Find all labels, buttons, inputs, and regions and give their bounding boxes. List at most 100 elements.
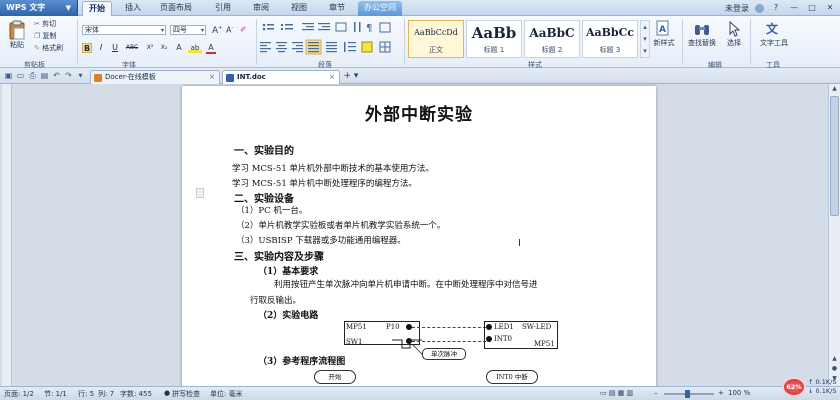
led1-label: LED1 [494,323,514,331]
cut-button[interactable]: ✂ 剪切 [34,19,56,29]
clear-format-icon[interactable]: ✐ [240,25,247,34]
redo-icon[interactable]: ↷ [64,71,73,80]
network-speed-badge[interactable]: 62% [782,377,806,397]
login-status[interactable]: 未登录 [725,3,749,14]
style-normal[interactable]: AaBbCcDd 正文 [408,20,464,58]
status-spell-check[interactable]: 拼写检查 [172,389,200,399]
shrink-font-button[interactable]: A- [226,25,233,35]
open-folder-icon[interactable]: ▭ [16,71,25,80]
text-tools-icon: 文 [766,21,779,36]
sw1-label: SW1 [346,338,363,346]
format-painter-button[interactable]: ✎ 格式刷 [34,43,63,53]
scissors-icon: ✂ [34,20,40,28]
superscript-button[interactable]: X² [144,43,156,53]
paragraph-line: 利用按钮产生单次脉冲向单片机申请中断。在中断处理程序中对信号进 [274,280,538,290]
zoom-level[interactable]: 100 % [728,389,750,397]
font-color-button[interactable]: A [206,43,216,54]
cut-label: 剪切 [42,20,57,28]
zoom-slider-thumb[interactable] [685,390,690,398]
doc-tab-docer[interactable]: Docer-在线模板 × [90,70,220,84]
new-style-button[interactable]: A 新样式 [648,20,680,48]
status-word-count[interactable]: 字数: 455 [120,389,152,399]
subsection-heading: （3）参考程序流程图 [258,357,346,367]
font-family-select[interactable]: 宋体 ▾ [82,25,166,35]
ribbon-separator [404,19,405,65]
zoom-in-icon[interactable]: + [718,389,724,397]
tab-chapter[interactable]: 章节 [322,1,352,16]
flowchart-int0-node: INT0 中断 [486,370,538,384]
maximize-button[interactable]: □ [806,3,818,14]
scroll-thumb[interactable] [830,96,839,216]
select-browse-icon[interactable]: ● [829,364,840,374]
bold-button[interactable]: B [82,43,92,53]
paste-button[interactable]: 粘贴 [4,20,30,56]
tab-insert[interactable]: 插入 [118,1,148,16]
page-title: 外部中断实验 [365,105,473,125]
text-tools-button[interactable]: 文 文字工具 [754,20,794,48]
strikethrough-button[interactable]: ABC [124,43,140,53]
save-icon[interactable]: ▣ [4,71,13,80]
style-heading-3[interactable]: AaBbCc 标题 3 [582,20,638,58]
scroll-up-icon[interactable]: ▲ [829,84,840,94]
subscript-button[interactable]: X₂ [158,43,170,53]
zoom-out-icon[interactable]: – [654,389,658,397]
status-unit: 单位: 毫米 [210,390,243,398]
sort-icon [354,22,361,32]
quick-access-dropdown-icon[interactable]: ▾ [76,71,85,80]
style-heading-1[interactable]: AaBb 标题 1 [466,20,522,58]
copy-label: 复制 [42,32,57,40]
close-button[interactable]: ✕ [824,3,836,14]
status-bar: 页面: 1/2 节: 1/1 行: 5 列: 7 字数: 455 ● 拼写检查 … [0,386,840,400]
document-page[interactable]: 外部中断实验 一、实验目的 学习 MCS-51 单片机外部中断技术的基本使用方法… [182,86,656,386]
download-speed: 0.1K/S [815,387,837,395]
new-tab-button[interactable]: + ▾ [342,71,360,83]
tab-review[interactable]: 审阅 [246,1,276,16]
vertical-scrollbar[interactable]: ▲ ▲ ● ▼ [828,84,840,386]
style-heading-2[interactable]: AaBbC 标题 2 [524,20,580,58]
style-name: 标题 3 [599,46,621,54]
tab-references[interactable]: 引用 [208,1,238,16]
preview-icon[interactable]: ▤ [40,71,49,80]
minimize-button[interactable]: — [788,3,800,14]
text-effect-button[interactable]: A [174,43,184,53]
font-size-select[interactable]: 四号 ▾ [170,25,206,35]
tab-page-layout[interactable]: 页面布局 [156,1,196,16]
network-speed-readout: ↑ 0.1K/S ↓ 0.1K/S [808,378,836,396]
tab-home[interactable]: 开始 [82,1,112,16]
style-sample: AaBbC [529,26,575,40]
spell-check-icon[interactable]: ● [164,389,170,397]
grow-font-button[interactable]: A+ [212,25,222,36]
select-button[interactable]: 选择 [722,20,746,48]
find-replace-label: 查找替换 [688,39,716,47]
prev-page-icon[interactable]: ▲ [829,354,840,364]
ribbon-separator [77,19,78,65]
svg-text:¶: ¶ [366,23,372,34]
view-mode-icons[interactable]: ▭ ▤ ▦ ▥ [600,389,633,397]
paragraph-line: 学习 MCS-51 单片机中断处理程序的编程方法。 [232,179,417,189]
help-button[interactable]: ? [770,3,782,14]
style-name: 正文 [429,46,443,54]
brush-icon: ✎ [34,44,40,52]
copy-button[interactable]: ❐ 复制 [34,31,57,41]
close-icon[interactable]: × [329,71,335,84]
status-page[interactable]: 页面: 1/2 [4,389,34,399]
undo-icon[interactable]: ↶ [52,71,61,80]
doc-tab-label: INT.doc [237,73,266,81]
ribbon-separator [682,19,683,65]
app-menu-button[interactable]: WPS 文字 ▼ [0,0,78,16]
tab-office-space[interactable]: 办公空间 [358,1,402,16]
chevron-down-icon: ▾ [160,27,164,34]
doc-tab-int[interactable]: INT.doc × [222,70,340,84]
italic-button[interactable]: I [96,43,106,53]
highlight-button[interactable]: ab [188,43,202,53]
print-icon[interactable]: ⎙ [28,71,37,80]
underline-button[interactable]: U [110,43,120,53]
find-replace-button[interactable]: 查找替换 [686,20,718,48]
doc-tab-label: Docer-在线模板 [105,73,156,81]
user-icon[interactable] [755,3,764,13]
tab-view[interactable]: 视图 [284,1,314,16]
close-icon[interactable]: × [209,71,215,84]
text-tools-label: 文字工具 [760,39,788,47]
int0-label: INT0 [494,335,513,343]
ribbon-separator [256,19,257,65]
